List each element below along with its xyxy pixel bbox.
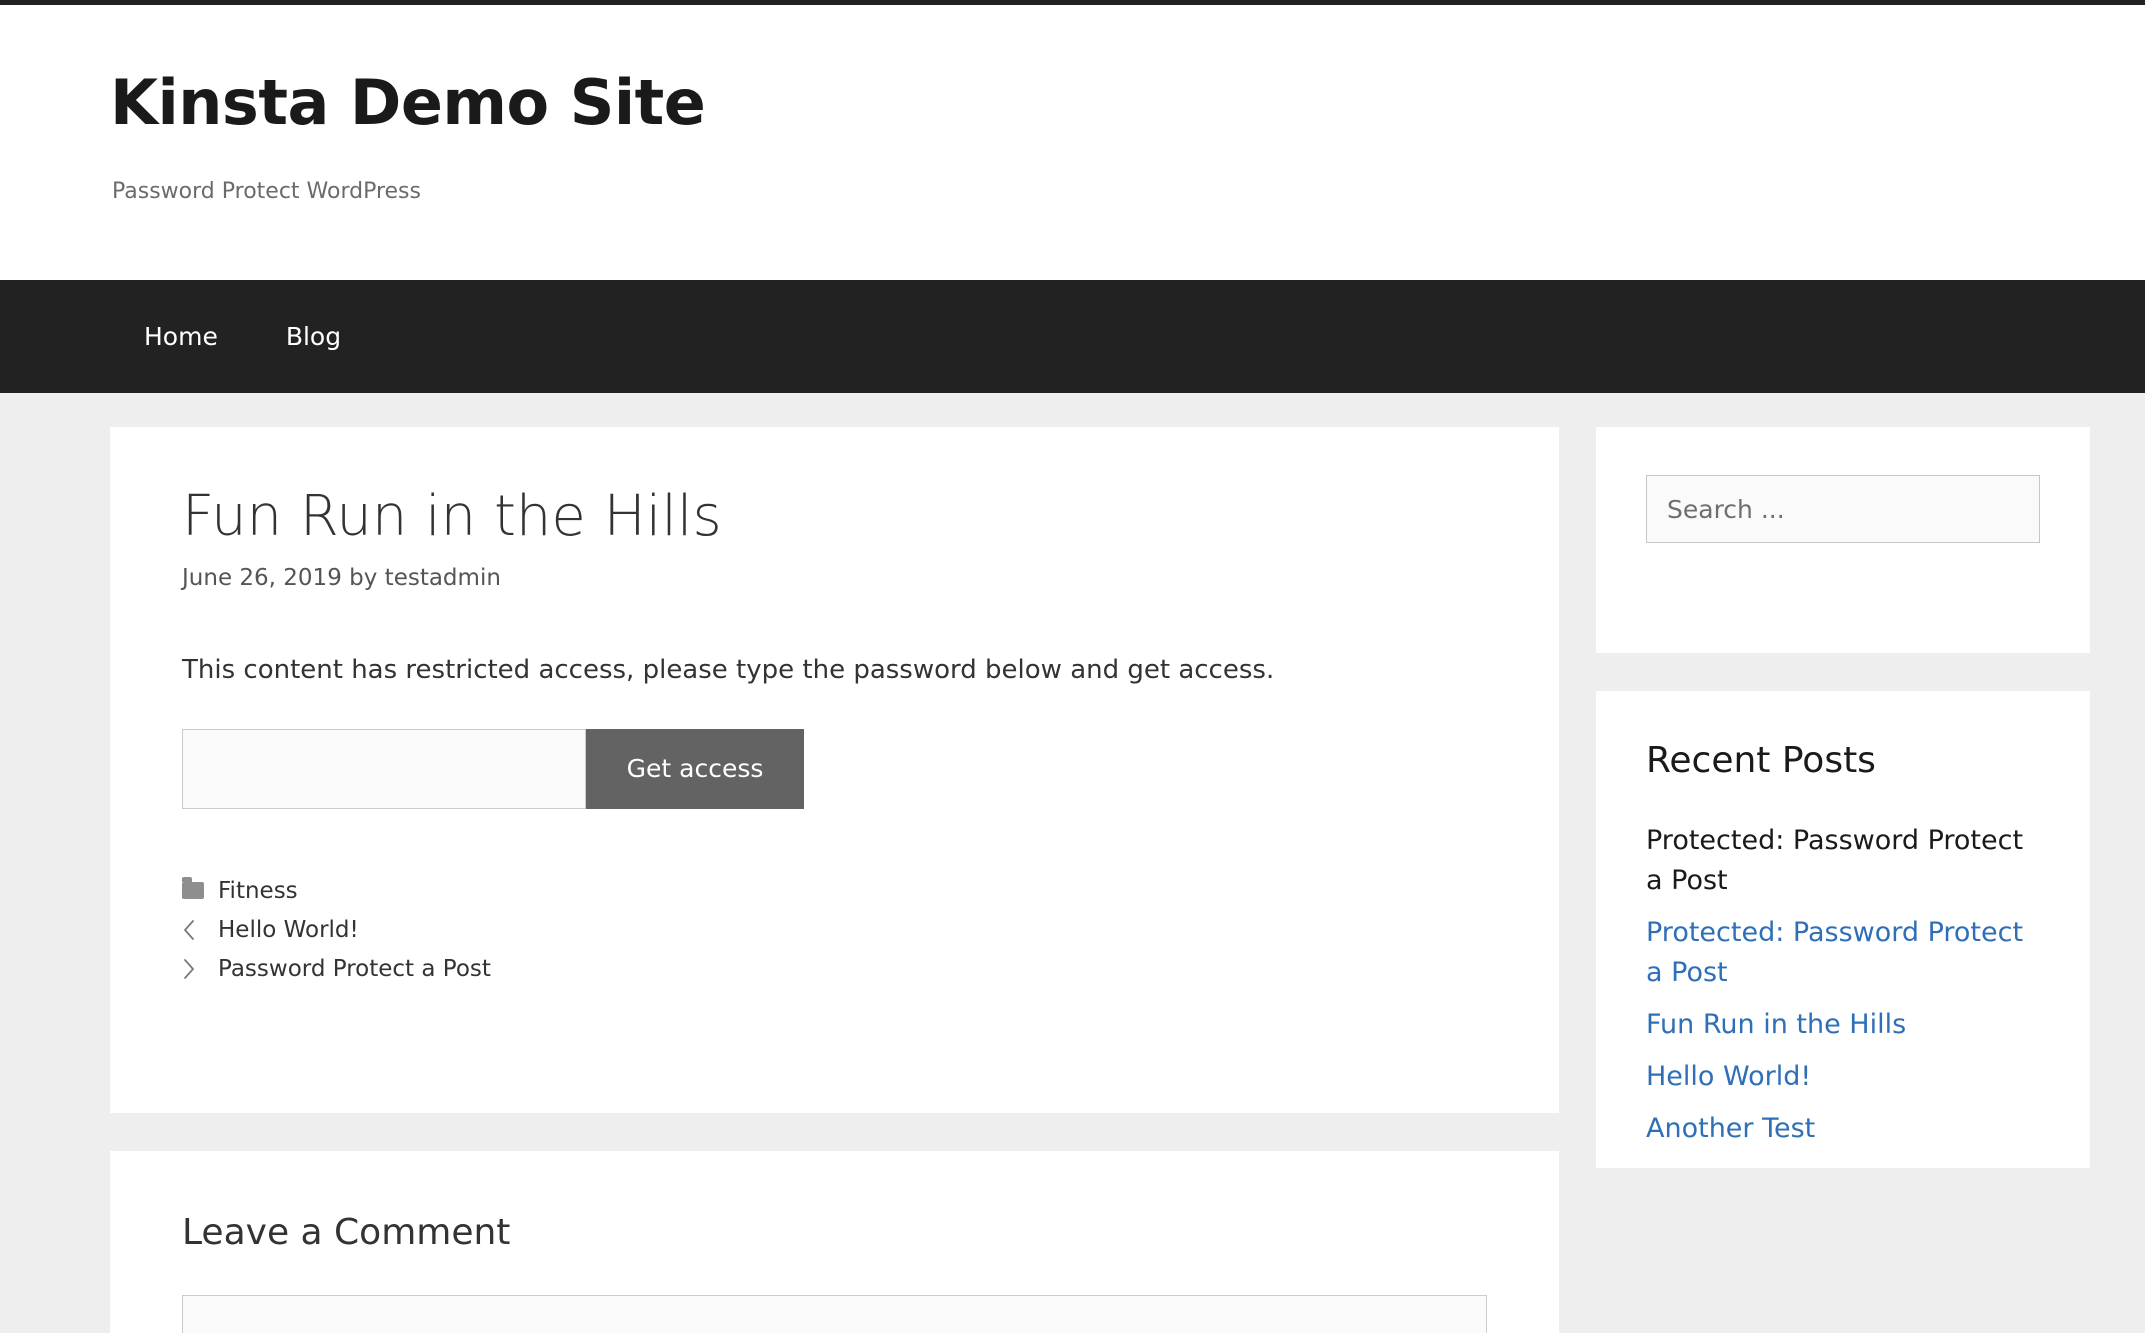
list-item: Fun Run in the Hills [1646,1005,2040,1045]
nav-item-home: Home [110,280,252,393]
site-description: Password Protect WordPress [112,179,421,204]
previous-post-row: Hello World! [182,910,1489,949]
list-item: Another Test [1646,1109,2040,1149]
entry-author[interactable]: testadmin [385,565,501,591]
comment-textarea[interactable] [182,1295,1487,1333]
primary-navigation: Home Blog [0,280,2145,393]
previous-post-link[interactable]: Hello World! [218,917,359,943]
search-widget [1596,427,2090,653]
entry-meta-by: by [349,565,378,591]
folder-icon [182,877,218,899]
entry-category-row: Fitness [182,871,1489,910]
get-access-button[interactable]: Get access [586,729,804,809]
recent-posts-widget: Recent Posts Protected: Password Protect… [1596,691,2090,1168]
nav-link-blog[interactable]: Blog [252,280,375,393]
comments-card: Leave a Comment [110,1151,1559,1333]
site-header-inner: Kinsta Demo Site Password Protect WordPr… [110,5,2090,280]
entry-category-link[interactable]: Fitness [218,878,298,904]
next-post-link[interactable]: Password Protect a Post [218,956,491,982]
entry-date: June 26, 2019 [182,565,342,591]
site-header: Kinsta Demo Site Password Protect WordPr… [0,5,2145,280]
nav-item-blog: Blog [252,280,375,393]
article-card: Fun Run in the Hills June 26, 2019 by te… [110,427,1559,1113]
list-item: Protected: Password Protect a Post [1646,821,2040,901]
search-input[interactable] [1646,475,2040,543]
sidebar: Recent Posts Protected: Password Protect… [1596,427,2090,1168]
leave-a-comment-heading: Leave a Comment [182,1212,511,1253]
recent-post-link-4[interactable]: Hello World! [1646,1061,1811,1092]
password-form: Get access [182,729,804,809]
recent-posts-list: Protected: Password Protect a Post Prote… [1646,821,2040,1149]
entry-footer: Fitness Hello World! Password Protect a … [182,871,1489,988]
recent-posts-title: Recent Posts [1646,740,1876,781]
password-input[interactable] [182,729,586,809]
nav-link-home[interactable]: Home [110,280,252,393]
recent-post-link-3[interactable]: Fun Run in the Hills [1646,1009,1906,1040]
restricted-access-message: This content has restricted access, plea… [182,655,1275,685]
recent-post-link-1[interactable]: Protected: Password Protect a Post [1646,825,2023,896]
next-post-row: Password Protect a Post [182,949,1489,988]
entry-meta: June 26, 2019 by testadmin [182,563,1489,593]
page-root: Kinsta Demo Site Password Protect WordPr… [0,0,2145,1333]
recent-post-link-5[interactable]: Another Test [1646,1113,1815,1144]
main-content-area: Fun Run in the Hills June 26, 2019 by te… [110,427,1559,1333]
chevron-left-icon [182,919,218,941]
list-item: Protected: Password Protect a Post [1646,913,2040,993]
list-item: Hello World! [1646,1057,2040,1097]
chevron-right-icon [182,958,218,980]
page-title: Fun Run in the Hills [182,484,722,549]
site-title[interactable]: Kinsta Demo Site [110,67,706,139]
nav-list: Home Blog [110,280,375,393]
recent-post-link-2[interactable]: Protected: Password Protect a Post [1646,917,2023,988]
